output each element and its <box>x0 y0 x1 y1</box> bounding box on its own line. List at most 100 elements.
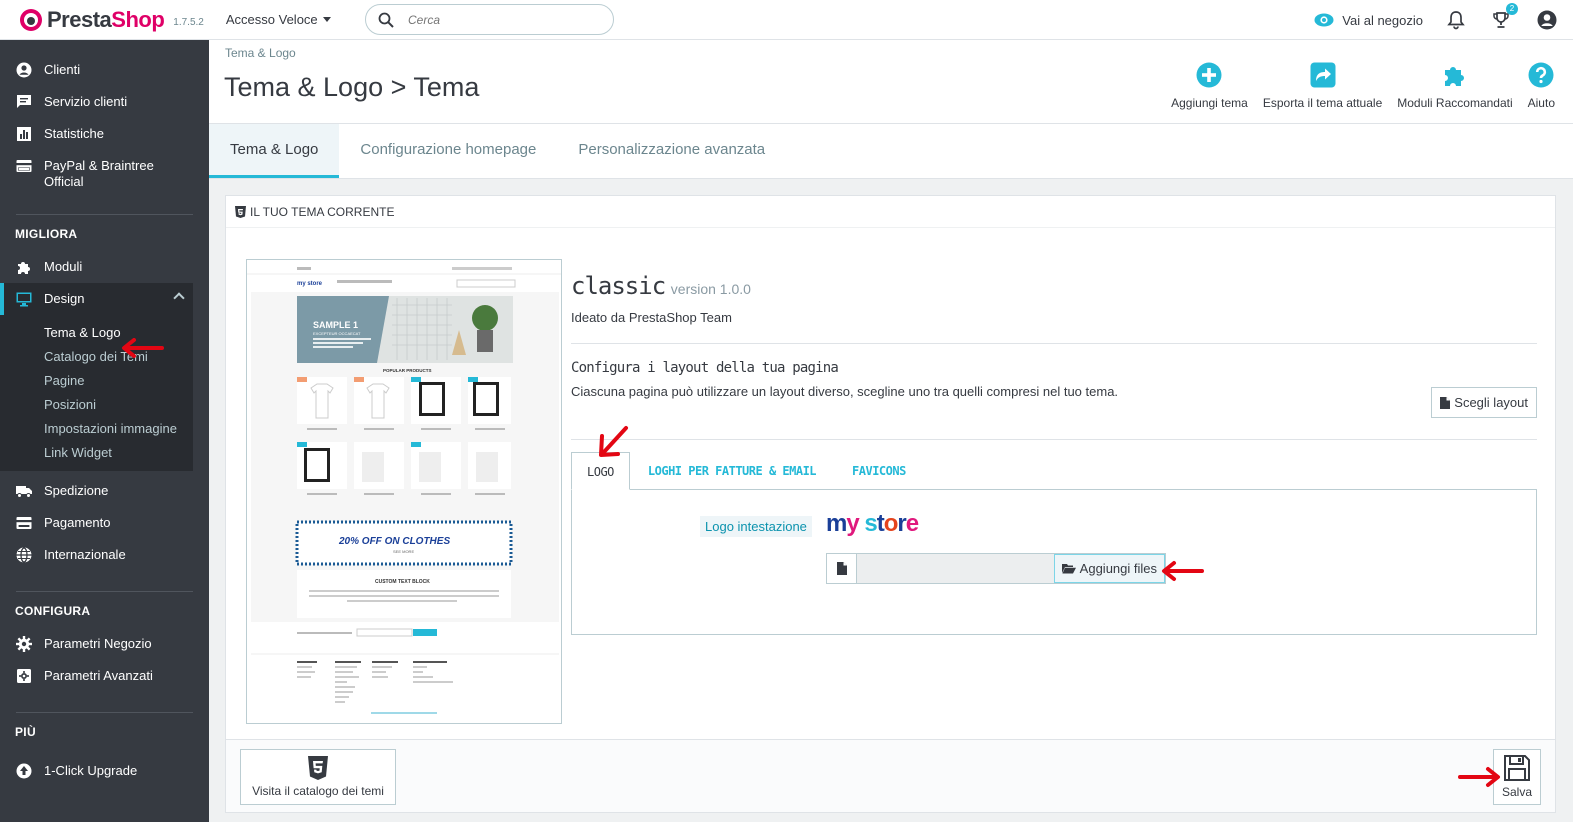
sidebar-item-statistiche[interactable]: Statistiche <box>0 118 209 150</box>
theme-preview-image: my store SAMPLE 1 EXCEPTEUR OCCAECAT POP… <box>246 259 562 724</box>
subnav-impostazioni-immagine[interactable]: Impostazioni immagine <box>0 417 193 441</box>
chevron-up-icon <box>173 292 185 304</box>
sidebar-item-label: Parametri Negozio <box>44 636 152 651</box>
visit-theme-catalog-button[interactable]: Visita il catalogo dei temi <box>240 749 396 805</box>
annotation-arrow-right-icon <box>1458 767 1500 787</box>
sidebar-item-pagamento[interactable]: Pagamento <box>0 507 209 539</box>
sidebar-divider <box>16 214 193 215</box>
prestashop-logo[interactable]: PrestaShop 1.7.5.2 <box>20 7 204 33</box>
truck-icon <box>16 486 32 498</box>
sidebar-section-configura: CONFIGURA <box>15 604 91 618</box>
subnav-pagine[interactable]: Pagine <box>0 369 193 393</box>
layout-section-description: Ciascuna pagina può utilizzare un layout… <box>571 384 1119 399</box>
search-input[interactable] <box>408 12 588 27</box>
store-logo-image: my store <box>826 510 919 537</box>
sidebar-item-servizio-clienti[interactable]: Servizio clienti <box>0 86 209 118</box>
export-theme-button[interactable]: Esporta il tema attuale <box>1263 62 1382 110</box>
folder-open-icon <box>1061 564 1076 574</box>
sidebar-item-label: Statistiche <box>44 126 104 141</box>
toolbar-label: Esporta il tema attuale <box>1262 96 1383 110</box>
puzzle-icon <box>1444 67 1464 86</box>
divider <box>571 343 1537 344</box>
subnav-catalogo-temi[interactable]: Catalogo dei Temi <box>0 345 193 369</box>
sidebar-item-upgrade[interactable]: 1-Click Upgrade <box>0 749 209 787</box>
settings-box-icon <box>17 669 31 683</box>
puzzle-icon <box>18 262 30 274</box>
orders-notification-button[interactable]: 2 <box>1491 3 1518 30</box>
tab-configurazione-homepage[interactable]: Configurazione homepage <box>339 124 557 178</box>
annotation-arrow-left-icon <box>1162 561 1204 581</box>
prestashop-logo-icon <box>20 8 42 31</box>
sidebar-item-label: 1-Click Upgrade <box>44 763 138 778</box>
divider <box>571 439 1537 440</box>
tab-favicons[interactable]: FAVICONS <box>834 452 924 489</box>
employee-menu-button[interactable] <box>1537 10 1557 30</box>
sidebar-item-label: Internazionale <box>44 547 126 562</box>
sidebar-section-migliora: MIGLIORA <box>15 227 78 241</box>
subnav-posizioni[interactable]: Posizioni <box>0 393 193 417</box>
panel-footer: Visita il catalogo dei temi Salva <box>226 739 1555 812</box>
version-label: 1.7.5.2 <box>173 17 204 28</box>
sidebar-item-internazionale[interactable]: Internazionale <box>0 539 209 571</box>
gear-icon <box>16 636 32 652</box>
preview-promo: 20% OFF ON CLOTHES <box>338 536 450 547</box>
sidebar-item-label: Moduli <box>44 259 83 274</box>
breadcrumb[interactable]: Tema & Logo <box>225 46 296 60</box>
sidebar-item-label: Servizio clienti <box>44 94 128 109</box>
sidebar-divider <box>16 712 193 713</box>
search-box[interactable] <box>365 4 614 35</box>
file-icon <box>836 562 847 575</box>
choose-layout-label: Scegli layout <box>1454 395 1528 410</box>
sidebar-item-design[interactable]: Design <box>0 283 193 315</box>
notifications-button[interactable] <box>1447 10 1465 30</box>
view-shop-link[interactable]: Vai al negozio <box>1314 13 1423 28</box>
sidebar-item-moduli[interactable]: Moduli <box>0 251 209 283</box>
preview-store-name: my store <box>297 281 323 287</box>
preview-banner-title: SAMPLE 1 <box>313 320 358 330</box>
toolbar-label: Moduli Raccomandati <box>1397 96 1513 110</box>
tab-invoice-email-logos[interactable]: LOGHI PER FATTURE & EMAIL <box>630 452 834 489</box>
card-icon <box>16 517 32 529</box>
sidebar-item-spedizione[interactable]: Spedizione <box>0 475 209 507</box>
page-header: Tema & Logo Tema & Logo > Tema Aggiungi … <box>209 40 1573 124</box>
subnav-tema-logo[interactable]: Tema & Logo <box>0 321 193 345</box>
annotation-arrow-down-left-icon <box>599 426 628 457</box>
chat-icon <box>17 95 31 108</box>
theme-name: classic <box>571 272 666 300</box>
recommended-modules-button[interactable]: Moduli Raccomandati <box>1397 62 1513 110</box>
subnav-link-widget[interactable]: Link Widget <box>0 441 193 465</box>
caret-down-icon <box>322 17 331 22</box>
panel-heading-text: IL TUO TEMA CORRENTE <box>250 204 395 219</box>
logo-tab-panel: Logo intestazione my store Aggiungi file… <box>571 490 1537 635</box>
upgrade-icon <box>16 763 32 779</box>
file-name-input[interactable] <box>857 554 1054 583</box>
quick-access-dropdown[interactable]: Accesso Veloce <box>226 12 331 27</box>
tab-tema-logo[interactable]: Tema & Logo <box>209 124 340 178</box>
add-files-button[interactable]: Aggiungi files <box>1053 554 1165 583</box>
sidebar-item-paypal[interactable]: PayPal & Braintree Official <box>0 150 209 198</box>
tab-personalizzazione-avanzata[interactable]: Personalizzazione avanzata <box>557 124 786 178</box>
eye-icon <box>1314 13 1334 27</box>
question-circle-icon <box>1528 62 1554 88</box>
sidebar-item-parametri-avanzati[interactable]: Parametri Avanzati <box>0 660 209 692</box>
annotation-arrow-left-icon <box>122 338 164 358</box>
page-title: Tema & Logo > Tema <box>224 72 480 102</box>
help-button[interactable]: Aiuto <box>1528 62 1555 110</box>
view-shop-label: Vai al negozio <box>1342 12 1423 28</box>
user-icon <box>16 62 32 78</box>
sidebar-item-label: PayPal & Braintree Official <box>44 158 154 189</box>
sidebar-item-clienti[interactable]: Clienti <box>0 54 209 86</box>
current-theme-panel: IL TUO TEMA CORRENTE my store SAMPLE 1 E… <box>225 195 1556 813</box>
sidebar-item-parametri-negozio[interactable]: Parametri Negozio <box>0 628 209 660</box>
sidebar-item-label: Design <box>44 291 85 306</box>
save-label: Salva <box>1501 785 1533 799</box>
choose-layout-button[interactable]: Scegli layout <box>1431 387 1537 418</box>
sidebar-divider <box>16 591 193 592</box>
add-theme-button[interactable]: Aggiungi tema <box>1171 62 1248 110</box>
design-subnav: Tema & Logo Catalogo dei Temi Pagine Pos… <box>0 315 193 471</box>
toolbar-label: Aggiungi tema <box>1171 96 1248 110</box>
theme-preview-drawing: my store SAMPLE 1 EXCEPTEUR OCCAECAT POP… <box>247 260 561 723</box>
save-icon <box>1504 755 1530 781</box>
theme-info: classic version 1.0.0 Ideato da PrestaSh… <box>571 272 1537 635</box>
quick-access-label: Accesso Veloce <box>225 12 318 27</box>
